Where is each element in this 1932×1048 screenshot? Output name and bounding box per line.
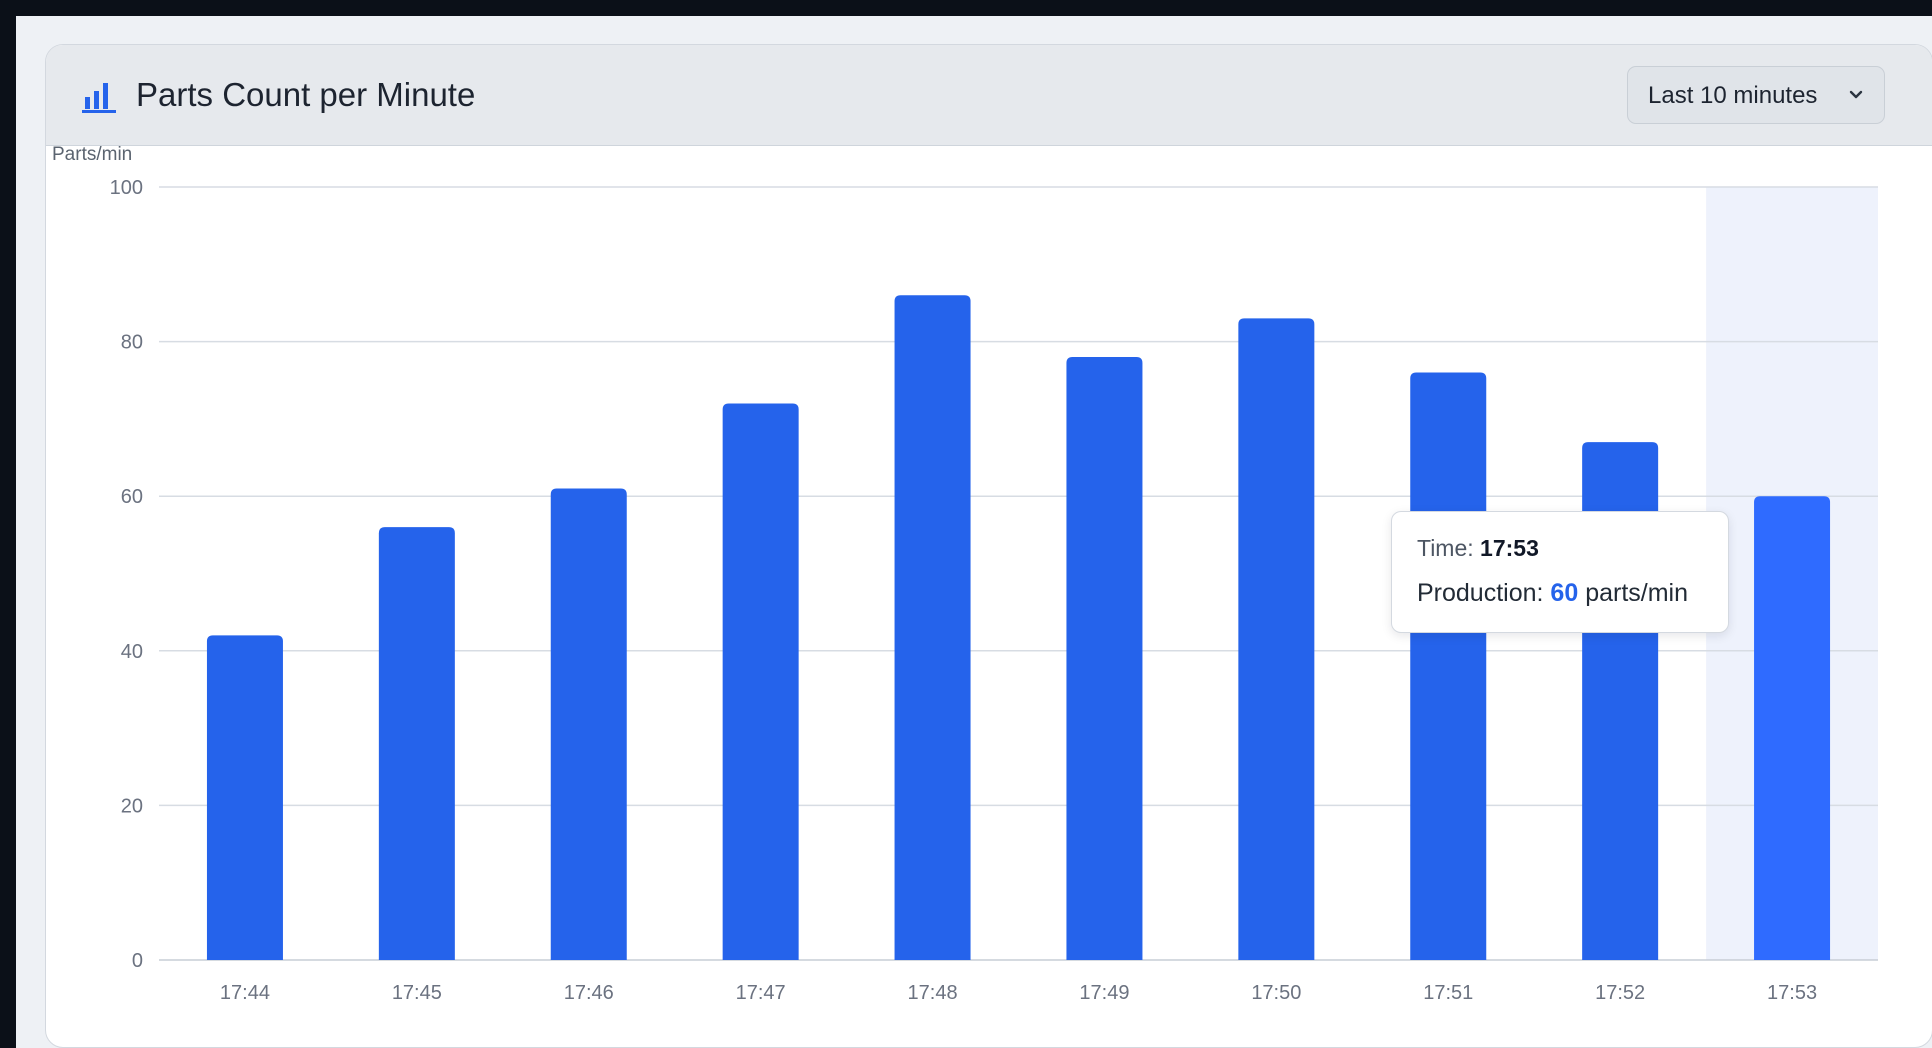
- bar-1749[interactable]: [1066, 357, 1143, 960]
- bar-chart-icon: [82, 83, 116, 113]
- bar-1751[interactable]: [1410, 372, 1487, 960]
- x-tick-label: 17:47: [736, 982, 786, 1004]
- y-tick-label: 80: [121, 332, 143, 354]
- bar-1753[interactable]: [1754, 496, 1831, 960]
- x-axis-ticks: 17:44 17:45 17:46 17:47 17:48 17:49 17:50 17:51…: [220, 982, 1817, 1004]
- bar-1745[interactable]: [378, 527, 455, 960]
- tooltip-unit: parts/min: [1585, 579, 1688, 607]
- y-tick-label: 40: [121, 641, 143, 663]
- bar-tooltip: Time: 17:53 Production: 60 parts/min: [1391, 511, 1729, 633]
- tooltip-time-row: Time: 17:53: [1417, 534, 1539, 562]
- bar-1747[interactable]: [722, 403, 799, 960]
- x-tick-label: 17:46: [564, 982, 614, 1004]
- time-range-value: Last 10 minutes: [1648, 82, 1818, 109]
- bar-1748[interactable]: [894, 295, 971, 961]
- x-tick-label: 17:45: [392, 982, 442, 1004]
- y-tick-label: 100: [110, 177, 143, 199]
- bar-1744[interactable]: [206, 635, 283, 960]
- y-tick-label: 0: [132, 950, 143, 972]
- y-tick-label: 20: [121, 795, 143, 817]
- x-tick-label: 17:52: [1595, 982, 1645, 1004]
- tooltip-production-label: Production:: [1417, 579, 1544, 607]
- tooltip-time-label: Time:: [1417, 535, 1474, 561]
- x-tick-label: 17:48: [908, 982, 958, 1004]
- tooltip-time-value: 17:53: [1480, 535, 1539, 561]
- x-tick-label: 17:49: [1079, 982, 1129, 1004]
- bar-1746[interactable]: [550, 488, 627, 960]
- x-tick-label: 17:53: [1767, 982, 1817, 1004]
- chart-card: Parts Count per Minute Last 10 minutes 0…: [45, 44, 1932, 1048]
- dashboard-background: Parts Count per Minute Last 10 minutes 0…: [16, 16, 1932, 1048]
- tooltip-production-row: Production: 60 parts/min: [1417, 578, 1688, 608]
- time-range-select[interactable]: Last 10 minutes: [1627, 66, 1885, 124]
- x-tick-label: 17:50: [1251, 982, 1301, 1004]
- card-title: Parts Count per Minute: [136, 76, 476, 113]
- y-axis-ticks: 0 20 40 60 80 100: [110, 177, 143, 972]
- chevron-down-icon: [1849, 90, 1863, 99]
- y-tick-label: 60: [121, 486, 143, 508]
- bar-1750[interactable]: [1238, 318, 1315, 960]
- card-header: Parts Count per Minute Last 10 minutes: [46, 45, 1932, 146]
- x-tick-label: 17:51: [1423, 982, 1473, 1004]
- tooltip-production-value: 60: [1550, 579, 1579, 607]
- y-axis-label: Parts/min: [52, 146, 132, 165]
- x-tick-label: 17:44: [220, 982, 270, 1004]
- chart-area: 0 20 40 60 80 100 Parts/min 17:44 17:45 17:46 17…: [46, 146, 1932, 1047]
